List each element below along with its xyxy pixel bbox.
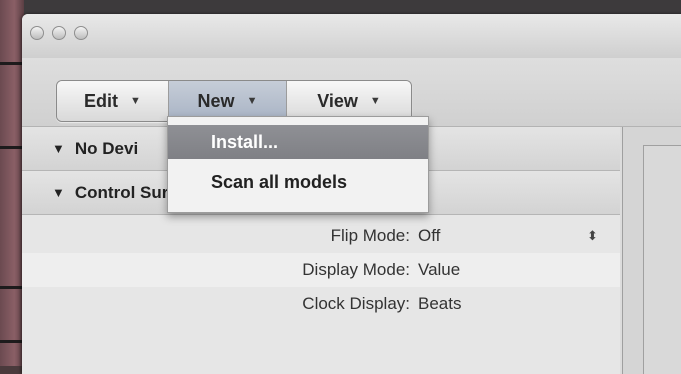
group-label: No Devi (74, 138, 139, 158)
edit-menu-button[interactable]: Edit ▼ (57, 81, 169, 121)
minimize-window-button[interactable] (52, 26, 66, 40)
background-tick (0, 62, 24, 65)
zoom-window-button[interactable] (74, 26, 88, 40)
chevron-down-icon: ▼ (130, 95, 141, 107)
edit-menu-label: Edit (84, 90, 119, 111)
background-app-edge (0, 0, 24, 366)
property-label: Flip Mode: (330, 226, 410, 245)
disclosure-triangle-icon[interactable]: ▼ (52, 141, 65, 156)
display-mode-value[interactable]: Value (418, 260, 620, 280)
property-label: Clock Display: (302, 294, 410, 313)
property-row-display-mode: Display Mode: Value (22, 253, 620, 287)
background-tick (0, 146, 24, 149)
control-surface-setup-window: Se Edit ▼ New ▼ View ▼ ▼ No Devi ▼ Contr… (22, 14, 681, 374)
view-menu-button[interactable]: View ▼ (287, 81, 411, 121)
view-menu-label: View (317, 90, 358, 111)
property-row-clock-display: Clock Display: Beats (22, 287, 620, 321)
property-label: Display Mode: (302, 260, 410, 279)
menu-item-scan-all-models[interactable]: Scan all models (168, 165, 428, 199)
property-row-flip-mode: Flip Mode: Off ⬍ (22, 219, 620, 253)
new-dropdown-menu: Install... Scan all models (167, 116, 429, 213)
clock-display-value[interactable]: Beats (418, 294, 620, 314)
title-bar: Se (22, 14, 681, 59)
chevron-down-icon: ▼ (369, 95, 381, 107)
background-tick (0, 340, 24, 343)
new-menu-label: New (197, 90, 235, 111)
up-down-stepper-icon[interactable]: ⬍ (587, 228, 598, 244)
chevron-down-icon: ▼ (246, 95, 258, 107)
new-menu-button[interactable]: New ▼ (169, 81, 287, 121)
disclosure-triangle-icon[interactable]: ▼ (52, 185, 65, 200)
background-tick (0, 286, 24, 289)
close-window-button[interactable] (30, 26, 44, 40)
device-view-inner (643, 145, 681, 374)
background-app-strip (0, 0, 681, 14)
menu-item-install[interactable]: Install... (168, 125, 428, 159)
device-view-area (622, 127, 681, 374)
